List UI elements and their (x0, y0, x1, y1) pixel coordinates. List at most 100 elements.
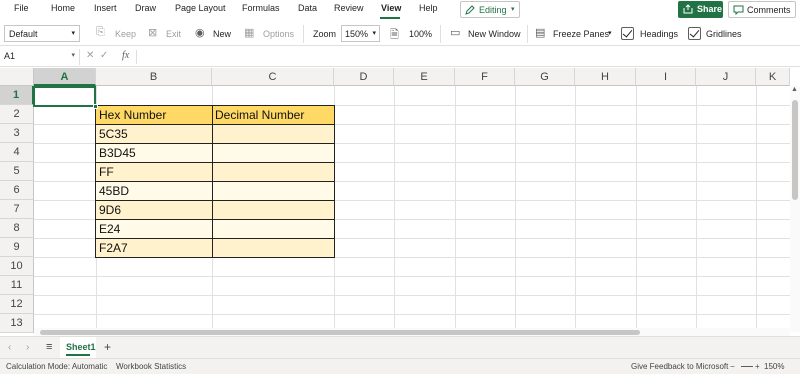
keep-button[interactable]: Keep (115, 29, 136, 39)
column-header-c[interactable]: C (212, 68, 334, 86)
zoom-select[interactable]: 150% ▾ (341, 25, 380, 42)
sheet-tabs-bar: ‹ › ≡ Sheet1 + (0, 336, 800, 358)
scroll-up-icon[interactable]: ▲ (791, 86, 798, 93)
active-cell-a1[interactable] (33, 86, 96, 107)
menu-data[interactable]: Data (298, 3, 317, 13)
exit-button[interactable]: Exit (166, 29, 181, 39)
vertical-scroll-thumb[interactable] (792, 100, 798, 200)
new-sheet-view-button[interactable]: New (213, 29, 231, 39)
column-header-b[interactable]: B (96, 68, 212, 86)
toolbar-separator (527, 25, 528, 43)
gridlines-checkbox[interactable] (688, 27, 701, 40)
calculation-mode[interactable]: Calculation Mode: Automatic (6, 362, 107, 371)
chevron-down-icon: ▾ (608, 30, 612, 37)
keep-icon: ⎘ (96, 26, 105, 38)
row-header-6[interactable]: 6 (0, 181, 34, 200)
table-row-divider (95, 143, 335, 144)
column-header-i[interactable]: I (636, 68, 696, 86)
status-zoom-value[interactable]: 150% (764, 362, 784, 371)
column-header-k[interactable]: K (756, 68, 790, 86)
status-bar: Calculation Mode: Automatic Workbook Sta… (0, 358, 800, 374)
formula-input[interactable] (142, 50, 782, 64)
comments-label: Comments (747, 5, 791, 15)
gridline (515, 86, 516, 328)
share-icon (683, 4, 693, 14)
new-window-button[interactable]: New Window (468, 29, 521, 39)
row-header-12[interactable]: 12 (0, 295, 34, 314)
column-header-h[interactable]: H (575, 68, 636, 86)
row-header-7[interactable]: 7 (0, 200, 34, 219)
sheet-tab-sheet1[interactable]: Sheet1 (60, 337, 96, 358)
table-row-divider (95, 124, 335, 125)
column-header-a[interactable]: A (34, 68, 96, 86)
select-all-corner[interactable] (0, 68, 34, 86)
next-sheet-icon[interactable]: › (26, 342, 29, 353)
formula-separator (136, 50, 137, 64)
spreadsheet-grid[interactable]: A B C D E F G H I J K 1 2 3 4 5 6 7 8 9 … (0, 68, 800, 336)
menu-help[interactable]: Help (419, 3, 438, 13)
menu-page-layout[interactable]: Page Layout (175, 3, 226, 13)
row-header-2[interactable]: 2 (0, 105, 34, 124)
menu-file[interactable]: File (14, 3, 29, 13)
options-button[interactable]: Options (263, 29, 294, 39)
add-sheet-icon[interactable]: + (104, 340, 111, 354)
gridline (756, 86, 757, 328)
sheet-tab-label: Sheet1 (66, 342, 96, 352)
horizontal-scroll-thumb[interactable] (40, 330, 640, 335)
pencil-icon (465, 5, 475, 15)
freeze-panes-button[interactable]: Freeze Panes (553, 29, 609, 39)
active-sheet-indicator (66, 354, 90, 356)
gridline (34, 295, 790, 296)
prev-sheet-icon[interactable]: ‹ (8, 342, 11, 353)
row-header-1[interactable]: 1 (0, 86, 34, 105)
comments-button[interactable]: Comments (728, 1, 796, 18)
active-tab-indicator (380, 17, 400, 19)
freeze-panes-icon: ▤ (535, 27, 546, 39)
row-header-13[interactable]: 13 (0, 314, 34, 333)
zoom-label: Zoom (313, 29, 337, 39)
menu-review[interactable]: Review (334, 3, 364, 13)
horizontal-scrollbar[interactable] (34, 328, 790, 336)
headings-checkbox[interactable] (621, 27, 634, 40)
all-sheets-menu-icon[interactable]: ≡ (46, 341, 52, 353)
zoom-100-icon: 🗎 (390, 29, 399, 41)
row-header-3[interactable]: 3 (0, 124, 34, 143)
row-header-10[interactable]: 10 (0, 257, 34, 276)
chevron-down-icon: ▾ (372, 30, 376, 37)
table-row-divider (95, 162, 335, 163)
table-row-divider (95, 238, 335, 239)
column-header-g[interactable]: G (515, 68, 575, 86)
feedback-link[interactable]: Give Feedback to Microsoft (631, 362, 728, 371)
share-label: Share (697, 4, 723, 14)
row-header-11[interactable]: 11 (0, 276, 34, 295)
menu-formulas[interactable]: Formulas (242, 3, 280, 13)
sheet-view-select[interactable]: Default ▾ (4, 25, 80, 42)
menu-view[interactable]: View (381, 3, 401, 13)
zoom-out-icon[interactable]: − (730, 362, 735, 371)
menu-home[interactable]: Home (51, 3, 75, 13)
formula-bar: A1 ▾ ✕ ✓ fx (0, 47, 800, 67)
zoom-100-button[interactable]: 100% (409, 29, 432, 39)
zoom-in-icon[interactable]: + (755, 362, 760, 371)
workbook-statistics[interactable]: Workbook Statistics (116, 362, 186, 371)
row-header-8[interactable]: 8 (0, 219, 34, 238)
gridline (455, 86, 456, 328)
column-header-j[interactable]: J (696, 68, 756, 86)
vertical-scrollbar[interactable]: ▲ (790, 86, 800, 332)
column-header-f[interactable]: F (455, 68, 515, 86)
chevron-down-icon: ▾ (71, 52, 75, 59)
row-header-4[interactable]: 4 (0, 143, 34, 162)
menu-draw[interactable]: Draw (135, 3, 156, 13)
menu-insert[interactable]: Insert (94, 3, 117, 13)
share-button[interactable]: Share (678, 1, 723, 18)
column-header-d[interactable]: D (334, 68, 394, 86)
insert-function-icon[interactable]: fx (122, 50, 129, 61)
editing-mode-button[interactable]: Editing ▾ (460, 1, 520, 18)
name-box[interactable]: A1 ▾ (0, 49, 80, 65)
zoom-slider[interactable] (741, 366, 753, 367)
gridline (636, 86, 637, 328)
fill-handle[interactable] (93, 104, 98, 109)
column-header-e[interactable]: E (394, 68, 455, 86)
row-header-9[interactable]: 9 (0, 238, 34, 257)
row-header-5[interactable]: 5 (0, 162, 34, 181)
